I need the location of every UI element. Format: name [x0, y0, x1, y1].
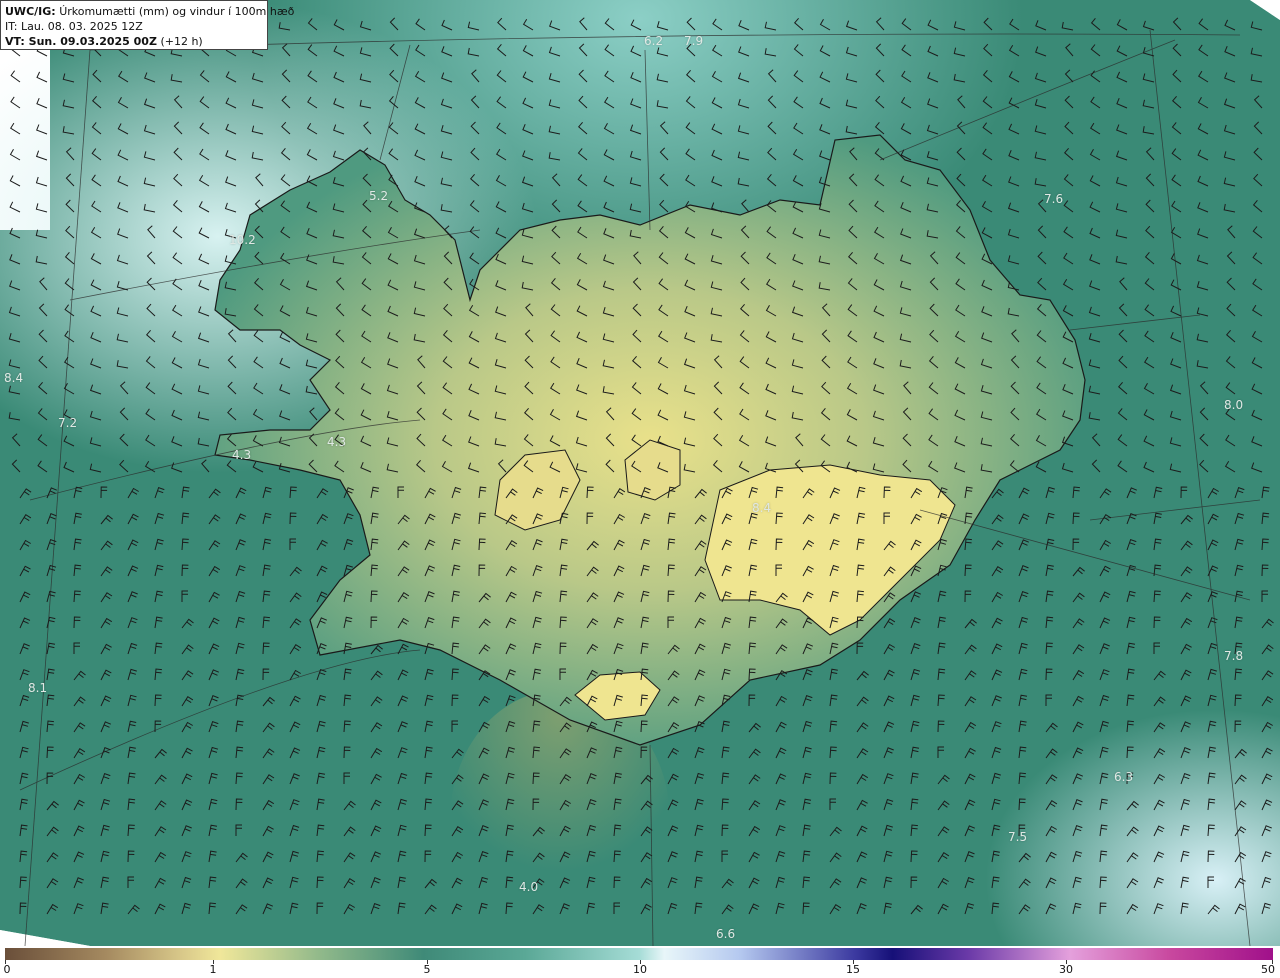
- map-value-label: 7.9: [684, 34, 704, 48]
- map-value-label: 6.2: [644, 34, 664, 48]
- colorbar-tick-label: 0: [3, 963, 11, 976]
- colorbar-tick-label: 30: [1059, 963, 1073, 976]
- colorbar-tick-label: 5: [423, 963, 431, 976]
- map-value-label: 8.0: [1224, 398, 1244, 412]
- map-value-label: 7.8: [1224, 649, 1244, 663]
- colorbar-tick-label: 15: [846, 963, 860, 976]
- map-value-label: 7.5: [1008, 830, 1028, 844]
- map-value-label: 7.6: [1044, 192, 1064, 206]
- colorbar-tick-label: 50: [1261, 963, 1275, 976]
- map-info-box: UWC/IG: Úrkomumætti (mm) og vindur í 100…: [0, 0, 294, 50]
- colorbar-tick-label: 10: [633, 963, 647, 976]
- map-value-label: 4.0: [519, 880, 539, 894]
- map-value-label: 5.2: [369, 189, 389, 203]
- map-value-label: 10.2: [229, 233, 256, 247]
- map-value-label: 6.6: [716, 927, 736, 941]
- valid-time-line: VT: Sun. 09.03.2025 00Z (+12 h): [5, 34, 263, 49]
- title-line: UWC/IG: Úrkomumætti (mm) og vindur í 100…: [5, 4, 294, 19]
- map-value-label: 8.4: [752, 501, 772, 515]
- map-value-label: 8.1: [28, 681, 48, 695]
- colorbar-strip: [5, 948, 1273, 960]
- product-title: Úrkomumætti (mm) og vindur í 100m hæð: [59, 5, 295, 18]
- map-value-label: 8.4: [4, 371, 24, 385]
- valid-time: VT: Sun. 09.03.2025 00Z: [5, 35, 157, 48]
- init-time: IT: Lau. 08. 03. 2025 12Z: [5, 20, 143, 33]
- map-panel[interactable]: 6.2 7.9 5.2 10.2 7.6 8.4 7.2 8.0 4.3 4.3…: [0, 0, 1280, 946]
- forecast-lead: (+12 h): [160, 35, 203, 48]
- map-value-label: 7.2: [58, 416, 78, 430]
- colorbar-tick-label: 1: [209, 963, 217, 976]
- map-value-label: 4.3: [232, 448, 252, 462]
- map-value-label: 4.3: [327, 435, 347, 449]
- product-code: UWC/IG:: [5, 5, 56, 18]
- weather-map[interactable]: [0, 0, 1280, 946]
- colorbar-legend: 0 1 5 10 15 30 50: [0, 946, 1280, 978]
- map-value-label: 6.3: [1114, 770, 1134, 784]
